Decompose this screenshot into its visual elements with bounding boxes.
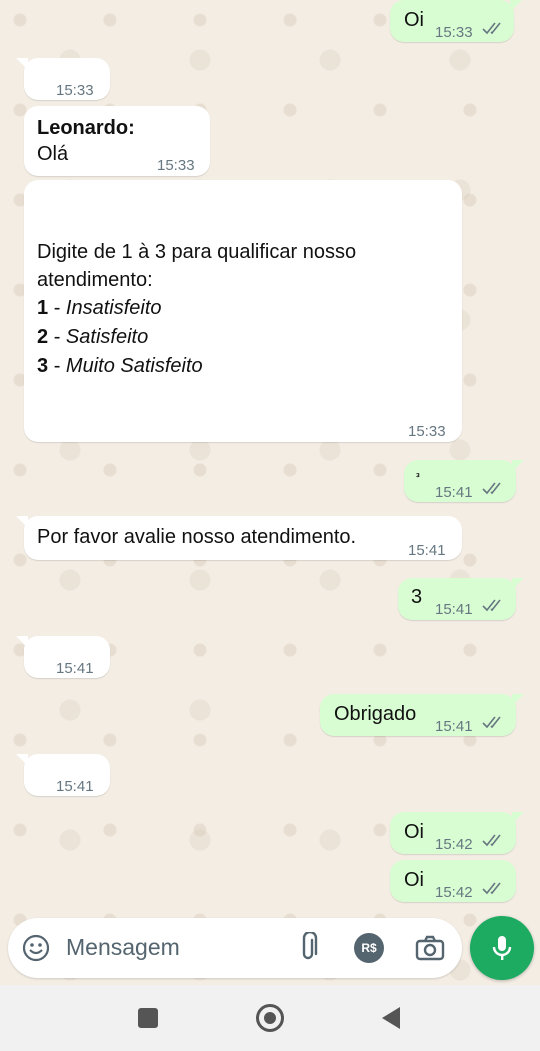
back-button[interactable] xyxy=(382,1007,400,1029)
payment-icon[interactable]: R$ xyxy=(354,933,384,963)
message-outgoing[interactable]: 3 15:41 xyxy=(398,578,524,620)
option-item: 2 - Satisfeito xyxy=(37,323,148,351)
message-text: Olá xyxy=(37,143,69,165)
message-list[interactable]: Oi 15:33 15:33 Leonardo: Olá 15:33 Digit… xyxy=(0,0,540,910)
option-label: Muito Satisfeito xyxy=(65,355,203,377)
payment-label: R$ xyxy=(361,941,377,955)
message-time: 15:41 xyxy=(435,484,473,501)
message-outgoing[interactable]: ³ 15:41 xyxy=(404,460,524,502)
option-label: Satisfeito xyxy=(65,326,149,348)
message-time: 15:33 xyxy=(408,423,446,440)
home-button[interactable] xyxy=(256,1004,284,1032)
double-check-icon xyxy=(482,482,501,495)
message-text: Oi xyxy=(404,869,424,891)
emoji-icon[interactable] xyxy=(22,934,50,962)
message-input[interactable]: Mensagem xyxy=(66,934,180,961)
message-composer[interactable]: Mensagem R$ xyxy=(8,918,462,978)
message-outgoing[interactable]: Obrigado 15:41 xyxy=(320,694,524,736)
mic-icon xyxy=(492,936,512,960)
double-check-icon xyxy=(482,882,501,895)
message-text-line: atendimento: xyxy=(37,269,153,291)
message-incoming[interactable]: 15:33 xyxy=(16,58,110,100)
message-sender: Leonardo: xyxy=(37,117,135,139)
message-incoming[interactable]: 15:41 xyxy=(16,636,110,678)
option-separator: - xyxy=(53,355,61,377)
option-separator: - xyxy=(53,326,61,348)
option-item: 3 - Muito Satisfeito xyxy=(37,352,203,380)
recents-button[interactable] xyxy=(138,1008,158,1028)
message-time: 15:41 xyxy=(435,718,473,735)
message-incoming[interactable]: Leonardo: Olá 15:33 xyxy=(24,106,210,176)
message-incoming[interactable]: 15:41 xyxy=(16,754,110,796)
message-time: 15:33 xyxy=(435,24,473,41)
message-incoming-menu[interactable]: Digite de 1 à 3 para qualificar nosso at… xyxy=(24,180,462,442)
message-time: 15:41 xyxy=(56,778,94,795)
message-time: 15:41 xyxy=(435,601,473,618)
message-text-line: Digite de 1 à 3 para qualificar nosso xyxy=(37,241,357,263)
camera-icon[interactable] xyxy=(415,934,445,962)
message-text: Oi xyxy=(404,9,424,31)
message-time: 15:41 xyxy=(408,542,446,559)
option-separator: - xyxy=(53,297,61,319)
double-check-icon xyxy=(482,22,501,35)
option-number: 2 xyxy=(37,326,49,348)
message-time: 15:33 xyxy=(157,157,195,174)
message-time: 15:33 xyxy=(56,82,94,99)
message-time: 15:41 xyxy=(56,660,94,677)
option-number: 3 xyxy=(37,355,49,377)
double-check-icon xyxy=(482,834,501,847)
option-item: 1 - Insatisfeito xyxy=(37,294,162,322)
message-text: ³ xyxy=(416,472,420,484)
message-outgoing[interactable]: Oi 15:33 xyxy=(390,0,522,42)
message-text: 3 xyxy=(411,586,423,608)
message-time: 15:42 xyxy=(435,884,473,901)
system-nav-bar xyxy=(0,985,540,1051)
option-label: Insatisfeito xyxy=(65,297,162,319)
option-number: 1 xyxy=(37,297,49,319)
double-check-icon xyxy=(482,599,501,612)
paperclip-icon[interactable] xyxy=(296,932,320,964)
mic-button[interactable] xyxy=(470,916,534,980)
message-text: Por favor avalie nosso atendimento. xyxy=(37,526,357,548)
message-outgoing[interactable]: Oi 15:42 xyxy=(390,812,524,854)
message-incoming[interactable]: Por favor avalie nosso atendimento. 15:4… xyxy=(16,516,462,560)
double-check-icon xyxy=(482,716,501,729)
message-outgoing[interactable]: Oi 15:42 xyxy=(390,860,516,902)
message-time: 15:42 xyxy=(435,836,473,853)
message-text: Oi xyxy=(404,821,424,843)
message-text: Obrigado xyxy=(334,703,417,725)
